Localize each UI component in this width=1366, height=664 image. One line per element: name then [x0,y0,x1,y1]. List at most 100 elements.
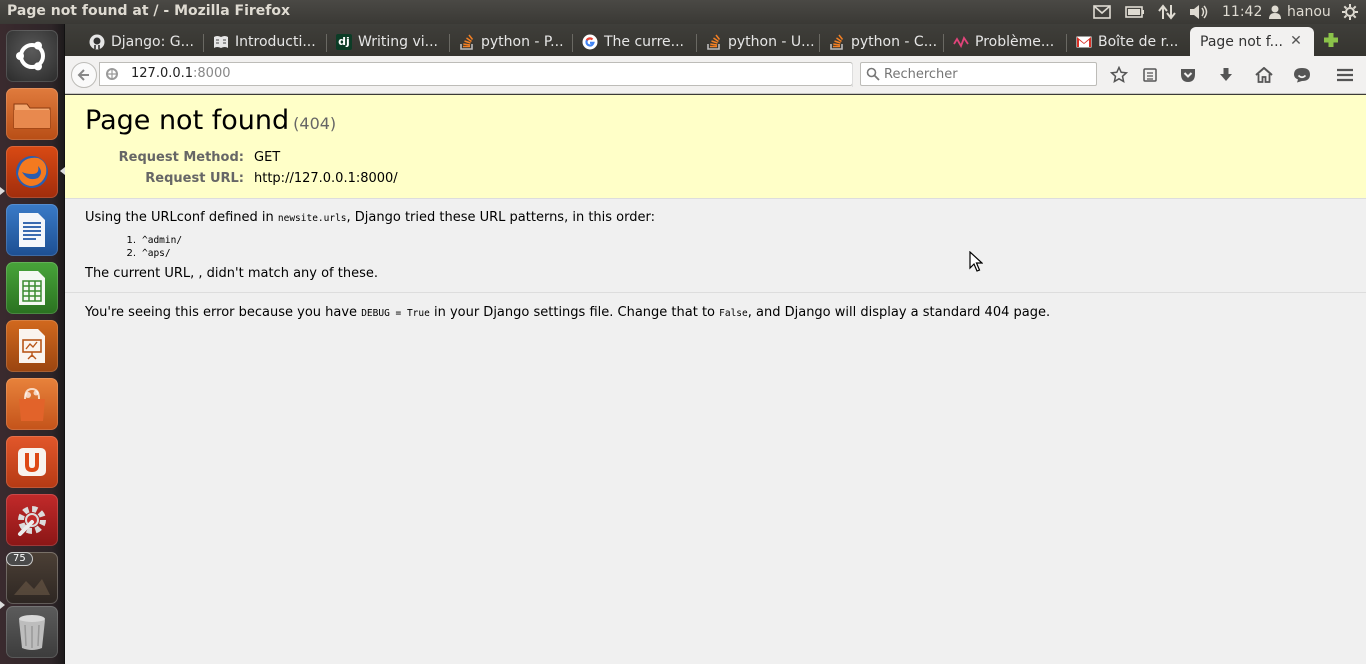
window-title: Page not found at / - Mozilla Firefox [7,3,291,19]
url-bar[interactable]: 127.0.0.1:8000 [99,62,876,87]
google-icon [582,34,598,50]
home-icon[interactable] [1254,65,1274,85]
bookmarks-list-icon[interactable] [1140,65,1160,85]
trash-launcher-button[interactable] [6,606,58,658]
user-icon [1269,5,1281,19]
tab-close-icon[interactable]: ✕ [1288,33,1304,49]
pattern-text: ^aps/ [142,248,171,259]
ubuntu-one-icon [18,448,46,476]
tab-the-current[interactable]: The curre... [572,27,690,56]
battery-icon[interactable] [1125,2,1145,22]
software-center-launcher-button[interactable] [6,378,58,430]
url-port: :8000 [193,66,231,81]
back-button[interactable] [71,62,97,88]
hello-chat-icon[interactable] [1292,65,1312,85]
tab-strip: Django: G... Introducti... dj Writing vi… [65,24,1366,56]
tab-python-c[interactable]: python - C... [819,27,937,56]
false-value: False [719,308,748,319]
pattern-text: ^admin/ [142,235,183,246]
user-name: hanou [1287,4,1331,20]
explanation-suffix: , and Django will display a standard 404… [747,305,1051,320]
tab-label: python - U... [728,33,814,50]
ubuntu-dash-button[interactable] [6,30,58,82]
url-text[interactable]: 127.0.0.1:8000 [131,66,231,81]
workspace-switcher-button[interactable]: 75 [6,552,58,604]
url-patterns-list: 1. ^admin/ 2. ^aps/ [119,234,182,260]
impress-launcher-button[interactable] [6,320,58,372]
tab-label: Django: G... [111,33,194,50]
ubuntu-one-launcher-button[interactable] [6,436,58,488]
explanation-prefix: You're seeing this error because you hav… [85,305,362,320]
trash-icon [19,615,45,650]
stackoverflow-icon [829,34,845,50]
current-url-message: The current URL, , didn't match any of t… [85,266,378,281]
tab-python-p[interactable]: python - P... [449,27,567,56]
django-icon: dj [336,33,352,50]
debug-explanation: You're seeing this error because you hav… [85,305,1050,320]
request-url-value: http://127.0.0.1:8000/ [254,171,398,186]
tab-page-not-found[interactable]: Page not f... ✕ [1190,27,1314,56]
navigation-bar: 127.0.0.1:8000 [65,56,1366,94]
search-input[interactable] [884,65,1089,83]
running-indicator [0,601,5,609]
tab-writing-views[interactable]: dj Writing vi... [326,27,444,56]
gmail-icon [1076,34,1092,50]
search-bar[interactable] [860,62,1097,86]
request-method-value: GET [254,150,281,165]
firefox-icon [16,156,48,188]
user-menu[interactable]: hanou [1269,2,1331,22]
pattern-number: 1. [126,235,136,246]
network-icon[interactable] [1158,2,1176,22]
stackoverflow-icon [459,34,475,50]
tab-label: The curre... [604,33,684,50]
spreadsheet-icon [19,271,45,305]
url-pattern-item: 1. ^admin/ [119,234,182,247]
pocket-icon[interactable] [1178,65,1198,85]
urlconf-message: Using the URLconf defined in newsite.url… [85,210,655,225]
folder-icon [13,103,51,129]
clock[interactable]: 11:42 [1222,2,1262,22]
firefox-launcher-button[interactable] [6,146,58,198]
tab-label: Problème... [975,33,1055,50]
tab-label: Introducti... [235,33,316,50]
request-method-label: Request Method: [118,150,244,165]
page-title: Page not found (404) [85,105,336,136]
shopping-bag-icon [19,387,45,421]
launcher: 75 [0,24,65,664]
page-title-text: Page not found [85,105,290,136]
tab-django-github[interactable]: Django: G... [79,27,197,56]
info-section: Using the URLconf defined in newsite.url… [65,200,1366,293]
tab-label: python - P... [481,33,564,50]
presentation-icon [19,329,45,363]
tab-label: Page not f... [1200,33,1283,50]
volume-icon[interactable] [1188,2,1210,22]
debug-setting: DEBUG = True [361,308,430,319]
explanation-middle: in your Django settings file. Change tha… [429,305,720,320]
tab-gmail-inbox[interactable]: Boîte de r... [1066,27,1186,56]
calc-launcher-button[interactable] [6,262,58,314]
document-icon [19,213,45,247]
top-panel: Page not found at / - Mozilla Firefox 11… [0,0,1366,24]
back-arrow-icon [77,69,89,81]
session-gear-icon[interactable] [1341,2,1359,22]
writer-launcher-button[interactable] [6,204,58,256]
tab-label: Boîte de r... [1098,33,1179,50]
download-icon[interactable] [1216,65,1236,85]
tab-python-u[interactable]: python - U... [696,27,814,56]
settings-wrench-icon [18,506,46,536]
mail-icon[interactable] [1093,2,1111,22]
system-settings-launcher-button[interactable] [6,494,58,546]
book-icon [213,34,229,50]
site-info-icon[interactable] [105,67,119,81]
urlconf-module: newsite.urls [277,213,347,224]
new-tab-button[interactable] [1321,30,1341,50]
tab-label: python - C... [851,33,937,50]
tab-probleme[interactable]: Problème... [943,27,1061,56]
files-launcher-button[interactable] [6,88,58,140]
running-indicator [0,187,5,195]
url-host: 127.0.0.1 [131,66,194,81]
tab-introduction[interactable]: Introducti... [203,27,321,56]
bookmark-star-icon[interactable] [1109,65,1129,85]
github-icon [89,34,105,50]
hamburger-menu-icon[interactable] [1335,65,1355,85]
